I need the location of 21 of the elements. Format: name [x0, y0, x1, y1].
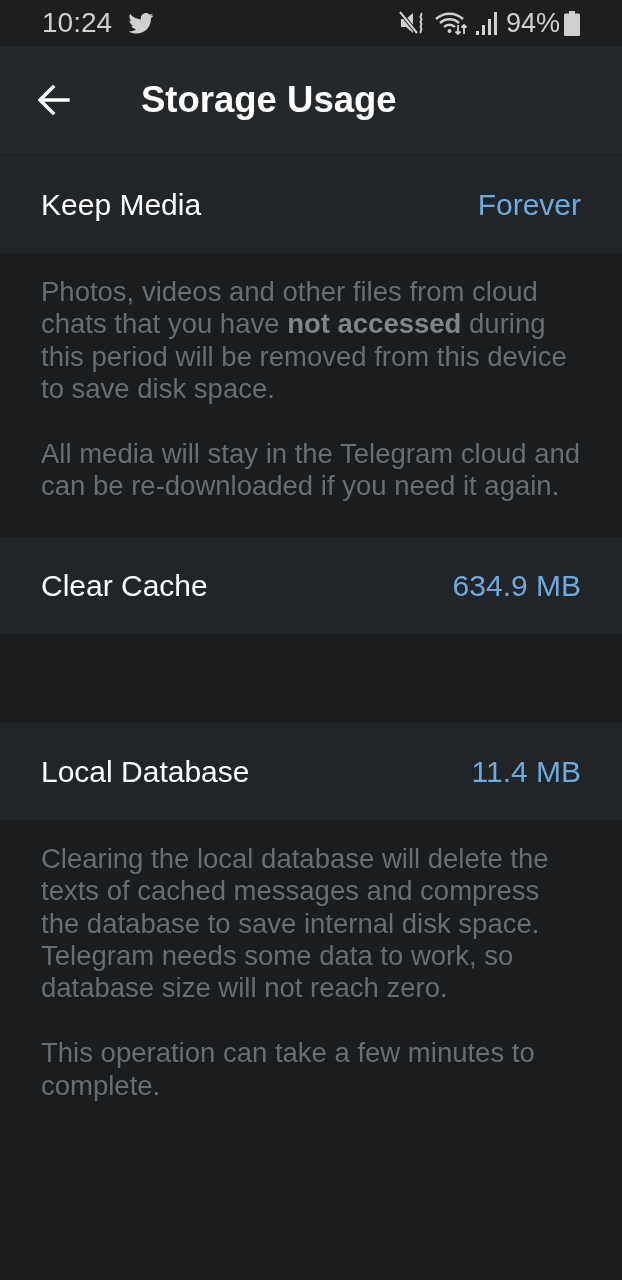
- screen-title: Storage Usage: [141, 77, 397, 122]
- settings-row[interactable]: Clear Cache 634.9 MB: [0, 536, 622, 634]
- info-text: This operation can take a few minutes to complete.: [41, 1037, 536, 1103]
- bird-icon: [128, 12, 155, 34]
- info-text: All media will stay in the Telegram cloud and can be re-downloaded if you need it again.: [41, 438, 582, 503]
- setting-label: Keep Media: [41, 187, 202, 223]
- back-arrow-icon: [38, 85, 70, 115]
- wifi-icon: [433, 11, 468, 35]
- settings-row[interactable]: Keep Media Forever: [0, 156, 622, 253]
- signal-icon: [475, 11, 498, 35]
- settings-row[interactable]: Local Database 11.4 MB: [0, 722, 622, 820]
- setting-value: 634.9 MB: [452, 567, 581, 604]
- setting-value: 11.4 MB: [471, 753, 581, 790]
- setting-value: Forever: [477, 187, 581, 223]
- setting-label: Local Database: [41, 753, 250, 790]
- battery-percent: 94%: [505, 9, 560, 37]
- battery-icon: [564, 10, 580, 36]
- setting-label: Clear Cache: [41, 567, 208, 604]
- status-time: 10:24: [42, 9, 113, 37]
- info-text: Clearing the local database will delete the texts of cached messages and compress the database to save internal disk space. Telegram needs some data to work, so database size will not reach zero.: [41, 842, 550, 1005]
- info-text: Photos, videos and other files from cloud chats that you have not accessed during this period will be removed from this device to save disk space.: [41, 276, 568, 406]
